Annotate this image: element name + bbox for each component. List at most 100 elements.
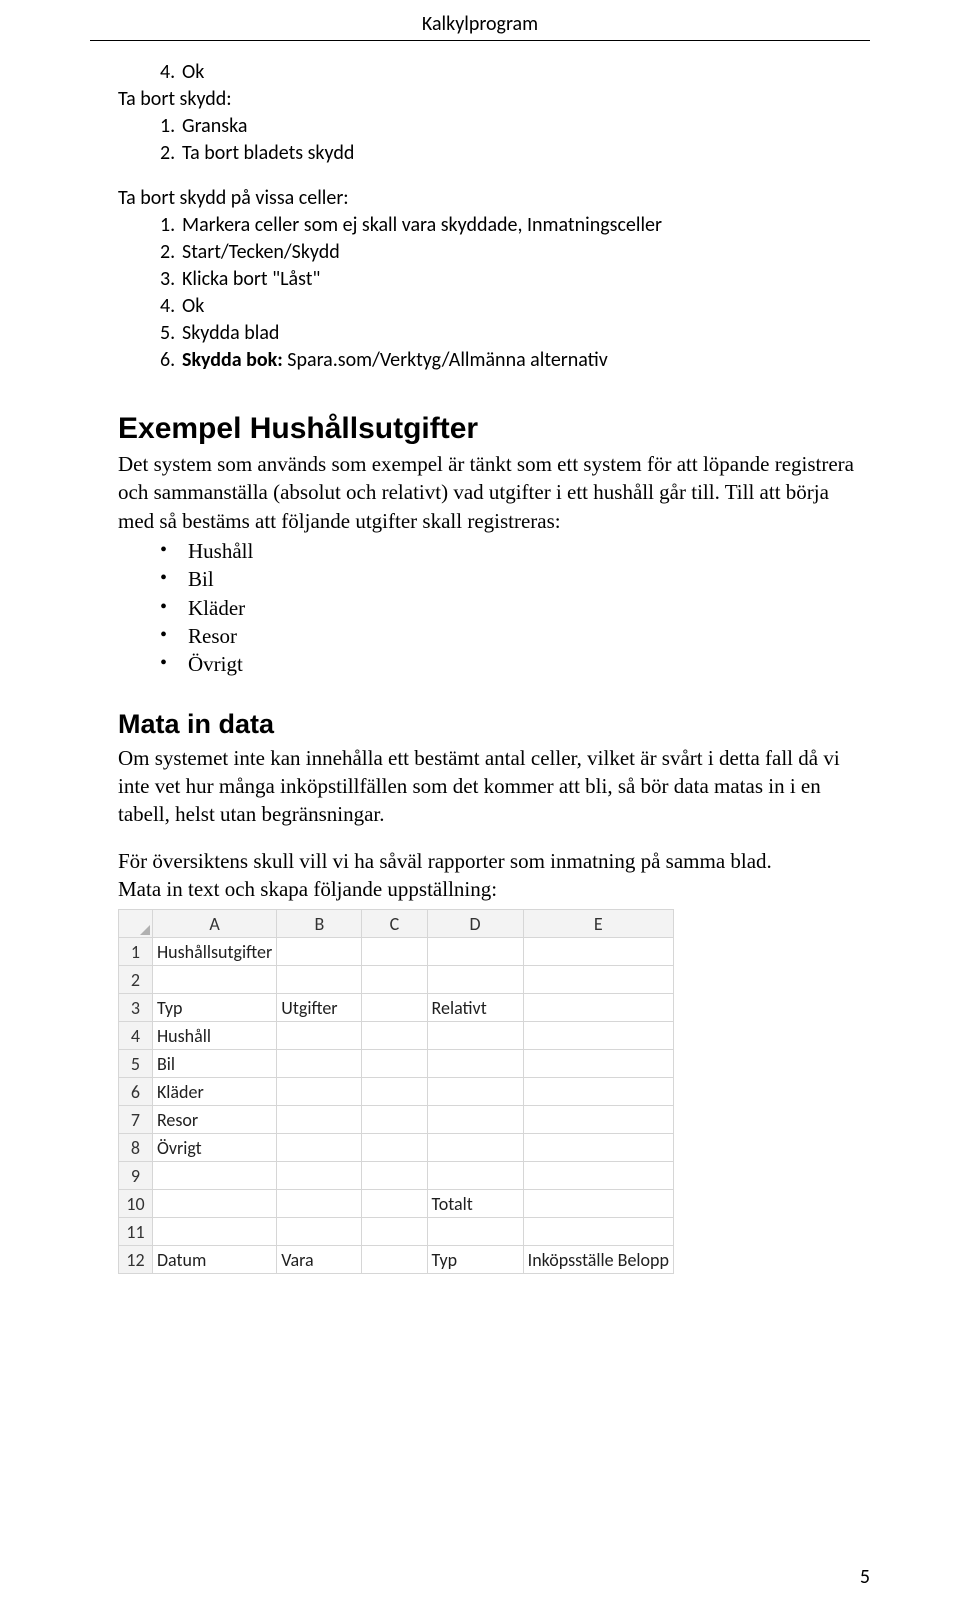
cell xyxy=(362,1106,427,1134)
list-label-bold: Skydda bok: xyxy=(182,348,283,372)
cell: Typ xyxy=(152,994,276,1022)
header-rule xyxy=(90,40,870,41)
bullet-list: Hushåll Bil Kläder Resor Övrigt xyxy=(160,537,870,679)
cell xyxy=(427,1162,523,1190)
table-row: 6Kläder xyxy=(119,1078,674,1106)
list-item: 1.Granska xyxy=(160,113,870,140)
cell xyxy=(362,1022,427,1050)
heading-exempel: Exempel Hushållsutgifter xyxy=(118,412,870,446)
table-row: 3TypUtgifterRelativt xyxy=(119,994,674,1022)
cell xyxy=(362,1190,427,1218)
row-header: 10 xyxy=(119,1190,153,1218)
cell xyxy=(362,1050,427,1078)
list-text: Ok xyxy=(182,294,204,318)
cell: Hushållsutgifter xyxy=(152,938,276,966)
cell: Övrigt xyxy=(152,1134,276,1162)
select-all-corner xyxy=(119,910,153,938)
bullet-item: Resor xyxy=(160,622,870,650)
cell xyxy=(277,1190,362,1218)
cell xyxy=(362,966,427,994)
cell xyxy=(523,1190,673,1218)
cell xyxy=(523,1218,673,1246)
col-header: C xyxy=(362,910,427,938)
cell xyxy=(362,1162,427,1190)
column-header-row: A B C D E xyxy=(119,910,674,938)
cell: Kläder xyxy=(152,1078,276,1106)
cell: Typ xyxy=(427,1246,523,1274)
cell xyxy=(523,938,673,966)
list-number: 6. xyxy=(160,347,182,374)
table-row: 4Hushåll xyxy=(119,1022,674,1050)
cell: Inköpsställe Belopp xyxy=(523,1246,673,1274)
cell xyxy=(523,1162,673,1190)
cell xyxy=(277,1050,362,1078)
list-text: Skydda blad xyxy=(182,321,279,345)
list-number: 1. xyxy=(160,113,182,140)
row-header: 4 xyxy=(119,1022,153,1050)
paragraph: Om systemet inte kan innehålla ett bestä… xyxy=(118,744,870,829)
cell xyxy=(427,1106,523,1134)
table-row: 1Hushållsutgifter xyxy=(119,938,674,966)
list-number: 1. xyxy=(160,212,182,239)
cell xyxy=(427,938,523,966)
col-header: D xyxy=(427,910,523,938)
bullet-item: Hushåll xyxy=(160,537,870,565)
cell xyxy=(427,1078,523,1106)
table-row: 2 xyxy=(119,966,674,994)
list-text: Klicka bort "Låst" xyxy=(182,267,320,291)
cell xyxy=(427,966,523,994)
row-header: 2 xyxy=(119,966,153,994)
table-row: 8Övrigt xyxy=(119,1134,674,1162)
table-row: 12DatumVaraTypInköpsställe Belopp xyxy=(119,1246,674,1274)
bullet-item: Övrigt xyxy=(160,650,870,678)
cell: Relativt xyxy=(427,994,523,1022)
row-header: 12 xyxy=(119,1246,153,1274)
list-text: Markera celler som ej skall vara skyddad… xyxy=(182,213,662,237)
heading-mata: Mata in data xyxy=(118,709,870,740)
spreadsheet: A B C D E 1Hushållsutgifter 2 3TypUtgift… xyxy=(118,909,674,1274)
row-header: 11 xyxy=(119,1218,153,1246)
table-row: 11 xyxy=(119,1218,674,1246)
list-text: Ta bort bladets skydd xyxy=(182,141,354,165)
list-text: Granska xyxy=(182,114,247,138)
cell: Utgifter xyxy=(277,994,362,1022)
list-number: 2. xyxy=(160,140,182,167)
cell: Totalt xyxy=(427,1190,523,1218)
cell xyxy=(152,1218,276,1246)
table-row: 9 xyxy=(119,1162,674,1190)
document-page: Kalkylprogram 4.Ok Ta bort skydd: 1.Gran… xyxy=(0,0,960,1613)
cell: Bil xyxy=(152,1050,276,1078)
cell xyxy=(362,1134,427,1162)
row-header: 6 xyxy=(119,1078,153,1106)
list-number: 4. xyxy=(160,293,182,320)
cell xyxy=(362,1246,427,1274)
cell xyxy=(523,1106,673,1134)
list-item: 1.Markera celler som ej skall vara skydd… xyxy=(160,212,870,239)
table-row: 5Bil xyxy=(119,1050,674,1078)
cell xyxy=(152,1190,276,1218)
row-header: 5 xyxy=(119,1050,153,1078)
cell xyxy=(427,1218,523,1246)
list-item: 3.Klicka bort "Låst" xyxy=(160,266,870,293)
row-header: 8 xyxy=(119,1134,153,1162)
table-row: 10 Totalt xyxy=(119,1190,674,1218)
spreadsheet-screenshot: A B C D E 1Hushållsutgifter 2 3TypUtgift… xyxy=(118,903,674,1274)
bullet-item: Bil xyxy=(160,565,870,593)
cell xyxy=(523,966,673,994)
bullet-item: Kläder xyxy=(160,594,870,622)
row-header: 1 xyxy=(119,938,153,966)
cell xyxy=(523,1078,673,1106)
list-item: 5.Skydda blad xyxy=(160,320,870,347)
table-row: 7Resor xyxy=(119,1106,674,1134)
page-number: 5 xyxy=(860,1565,870,1589)
cell: Resor xyxy=(152,1106,276,1134)
list-item: 4.Ok xyxy=(160,293,870,320)
cell xyxy=(523,1022,673,1050)
cell xyxy=(362,938,427,966)
cell xyxy=(277,1218,362,1246)
paragraph: Det system som används som exempel är tä… xyxy=(118,450,870,535)
row-header: 9 xyxy=(119,1162,153,1190)
cell xyxy=(523,994,673,1022)
cell xyxy=(277,1078,362,1106)
row-header: 7 xyxy=(119,1106,153,1134)
